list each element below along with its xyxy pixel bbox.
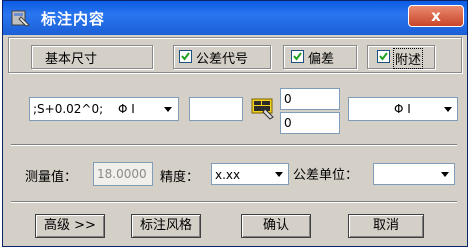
expression-value: ;S+0.02^0; [33,102,104,116]
note-checkbox[interactable] [377,50,390,63]
window-title: 标注内容 [41,10,106,28]
chevron-down-icon[interactable] [160,99,176,119]
deviation-checkbox[interactable] [291,50,304,63]
tolerance-unit-label: 公差单位： [293,168,359,183]
tolerance-unit-select[interactable] [373,163,455,185]
separator-bottom [11,201,457,203]
tolerance-code-checkbox[interactable] [179,50,192,63]
upper-deviation-value: 0 [284,92,292,106]
chevron-down-icon[interactable] [437,165,453,183]
dialog-window: 标注内容 x 基本尺寸 公差代号 偏差 附述 ;S+0.02^0; Φ I 0 … [2,0,468,247]
close-icon: x [431,7,441,25]
deviation-edit-button[interactable] [251,97,277,121]
upper-deviation-field[interactable]: 0 [280,88,340,110]
symbol-select[interactable]: Φ I [115,98,177,120]
advanced-button[interactable]: 高级 >> [35,214,105,238]
basic-size-label: 基本尺寸 [45,52,98,67]
title-bar[interactable]: 标注内容 x [3,1,467,35]
cancel-button[interactable]: 取消 [348,214,424,238]
symbol-select-value: Φ I [118,102,135,116]
dimension-style-button[interactable]: 标注风格 [131,214,201,238]
lower-deviation-value: 0 [284,116,292,130]
check-icon [379,52,388,61]
tolerance-code-label: 公差代号 [196,52,249,67]
text-box[interactable] [189,97,243,121]
check-icon [293,52,302,61]
app-icon [11,10,30,27]
deviation-label: 偏差 [308,52,335,67]
precision-label: 精度： [160,170,200,185]
precision-select[interactable]: x.xx [211,163,289,185]
check-icon [181,52,190,61]
note-label: 附述 [393,48,424,69]
measured-value-label: 测量值： [25,170,78,185]
right-symbol-select-value: Φ I [394,102,411,116]
close-button[interactable]: x [408,5,464,27]
right-symbol-select[interactable]: Φ I [391,98,457,120]
lower-deviation-field[interactable]: 0 [280,112,340,134]
ok-button[interactable]: 确认 [241,214,311,238]
precision-select-value: x.xx [215,168,241,182]
separator-top [11,144,457,146]
deviation-edit-icon [251,98,274,120]
measured-value-field: 18.0000 [93,162,153,186]
chevron-down-icon[interactable] [271,165,287,183]
chevron-down-icon[interactable] [440,99,456,119]
measured-value: 18.0000 [97,167,147,181]
